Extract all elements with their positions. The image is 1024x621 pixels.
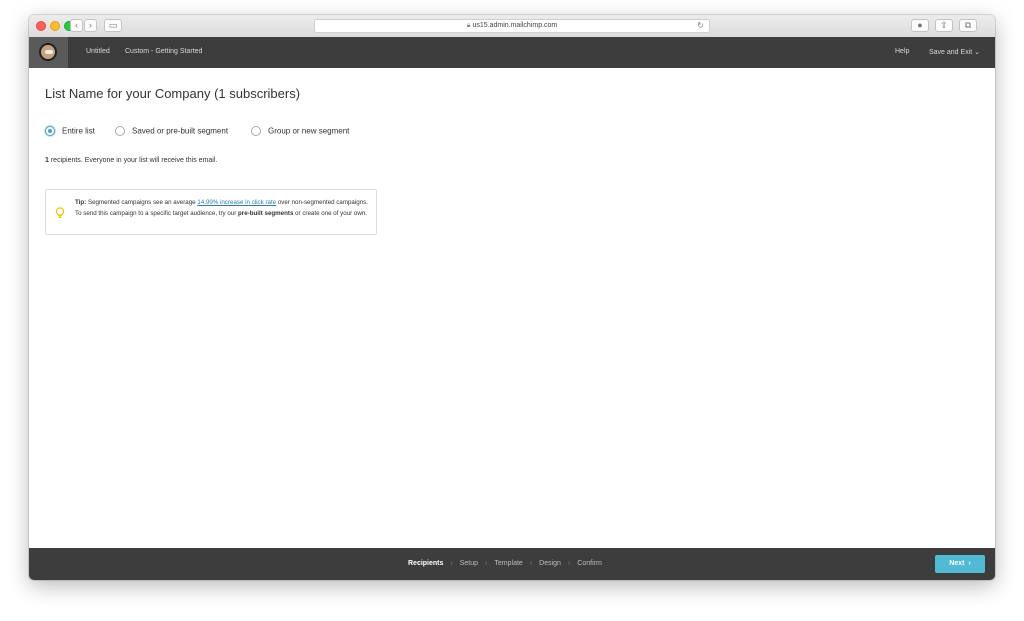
radio-group-segment[interactable]: Group or new segment (251, 126, 349, 136)
step-nav: Recipients › Setup › Template › Design › Confirm (408, 560, 602, 567)
chevron-right-icon: › (567, 560, 571, 567)
lightbulb-icon (55, 207, 65, 218)
tip-prefix: Tip: (75, 199, 87, 206)
chevron-right-icon: › (485, 560, 488, 567)
help-link[interactable]: Help (895, 48, 909, 55)
radio-entire-list[interactable]: Entire list (45, 126, 95, 136)
chevron-right-icon: › (968, 560, 971, 567)
download-icon[interactable]: ● (911, 19, 929, 32)
tip-box: Tip: Segmented campaigns see an average … (45, 189, 377, 235)
browser-titlebar: ‹ › ▭ 🔒︎ us15.admin.mailchimp.com ↻ ● ⇪ ⧉ (29, 15, 995, 38)
pre-built-segments-text: pre-built segments (238, 210, 294, 217)
step-setup[interactable]: Setup (460, 560, 478, 567)
tip-text-part: or create one of your own. (293, 210, 367, 217)
save-and-exit-button[interactable]: Save and Exit ⌄ (929, 48, 980, 56)
tabs-overview-icon[interactable]: ⧉ (959, 19, 977, 32)
reload-icon[interactable]: ↻ (697, 20, 704, 32)
step-recipients[interactable]: Recipients (408, 560, 443, 567)
radio-label: Group or new segment (268, 126, 350, 136)
next-button[interactable]: Next › (935, 555, 985, 573)
save-and-exit-label: Save and Exit (929, 49, 973, 56)
share-icon[interactable]: ⇪ (935, 19, 953, 32)
mailchimp-logo (39, 43, 57, 61)
campaign-name[interactable]: Untitled (86, 48, 110, 55)
step-confirm[interactable]: Confirm (577, 560, 602, 567)
next-label: Next (949, 560, 965, 567)
radio-label: Saved or pre-built segment (132, 126, 229, 136)
tip-text: Tip: Segmented campaigns see an average … (75, 197, 375, 219)
footer-bar: Recipients › Setup › Template › Design › Confirm… (29, 548, 995, 580)
minimize-window-button[interactable] (50, 21, 60, 31)
lock-icon: 🔒︎ (466, 22, 471, 29)
chevron-right-icon: › (450, 560, 453, 567)
radio-label: Entire list (62, 126, 95, 136)
forward-icon[interactable]: › (84, 19, 97, 32)
click-rate-link[interactable]: 14.99% increase in click rate (197, 199, 276, 206)
url-bar[interactable]: 🔒︎ us15.admin.mailchimp.com ↻ (314, 19, 710, 33)
recipients-description: recipients. Everyone in your list will r… (48, 157, 218, 164)
back-icon[interactable]: ‹ (70, 19, 83, 32)
chevron-down-icon: ⌄ (974, 49, 981, 56)
template-name[interactable]: Custom - Getting Started (125, 48, 202, 55)
radio-button[interactable] (115, 126, 125, 136)
sidebar-toggle-icon[interactable]: ▭ (104, 19, 122, 32)
chevron-right-icon: › (529, 560, 533, 567)
app-header: Untitled Custom - Getting Started Help S… (29, 37, 995, 68)
radio-saved-segment[interactable]: Saved or pre-built segment (115, 126, 228, 136)
step-design[interactable]: Design (539, 560, 561, 567)
radio-button-checked[interactable] (45, 126, 55, 136)
radio-button[interactable] (251, 126, 261, 136)
logo-box[interactable] (29, 37, 68, 68)
url-text: us15.admin.mailchimp.com (472, 22, 558, 29)
browser-window: ‹ › ▭ 🔒︎ us15.admin.mailchimp.com ↻ ● ⇪ ⧉… (29, 15, 995, 580)
close-window-button[interactable] (36, 21, 46, 31)
recipients-summary: 1 recipients. Everyone in your list will… (45, 157, 217, 164)
page-title: List Name for your Company (1 subscriber… (45, 86, 301, 101)
step-template[interactable]: Template (494, 560, 522, 567)
tip-text-part: Segmented campaigns see an average (86, 199, 198, 206)
